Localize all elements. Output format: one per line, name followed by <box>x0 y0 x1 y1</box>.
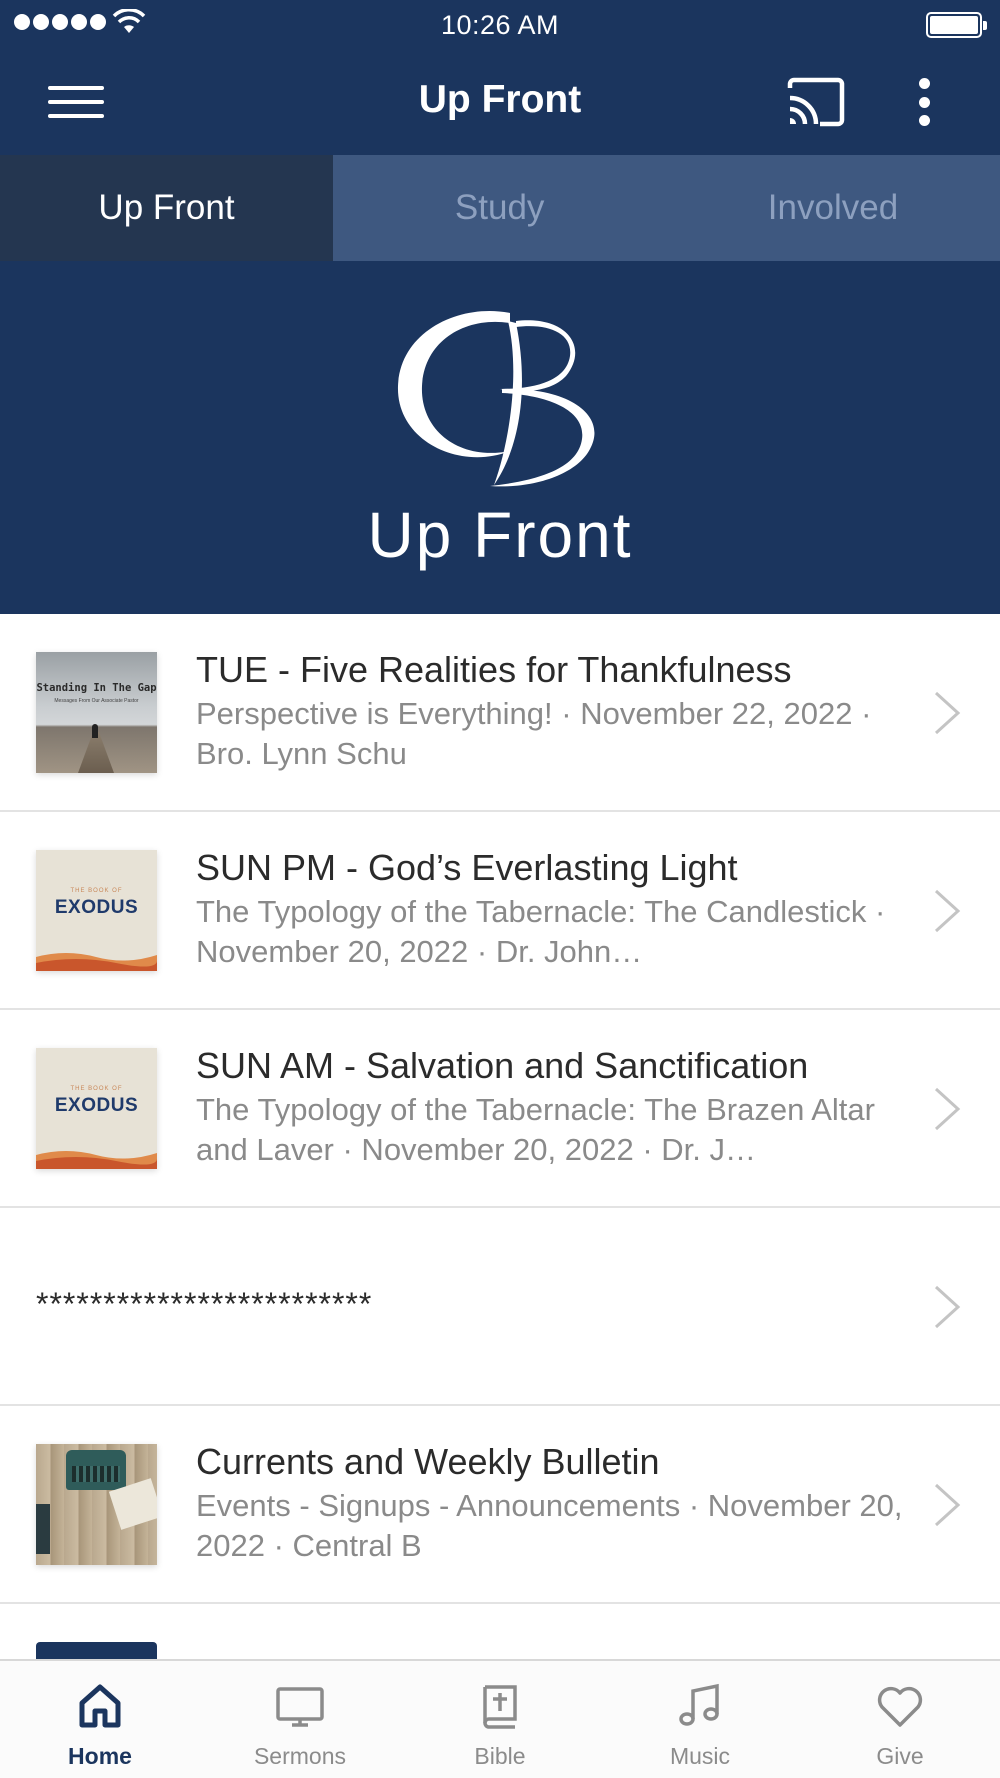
series-thumbnail: THE BOOK OF EXODUS <box>36 1048 157 1169</box>
thumbnail-title: Standing In The Gap <box>36 682 157 694</box>
chevron-right-icon <box>934 691 961 735</box>
nav-home-label: Home <box>68 1743 132 1769</box>
item-meta: Events - Signups - Announcements · Novem… <box>196 1488 903 1563</box>
tab-study[interactable]: Study <box>333 155 666 261</box>
thumbnail-title: EXODUS <box>54 897 139 918</box>
music-note-icon <box>679 1683 719 1726</box>
chevron-right-icon <box>934 1483 961 1527</box>
series-thumbnail: Standing In The Gap Messages From Our As… <box>36 652 157 773</box>
nav-give-label: Give <box>876 1743 924 1769</box>
thumbnail-subtitle: Messages From Our Associate Pastor <box>54 698 139 704</box>
list-item[interactable]: THE BOOK OF EXODUS SUN PM - God’s Everla… <box>0 812 1000 1010</box>
thumbnail-title: EXODUS <box>54 1095 139 1116</box>
banner-title: Up Front <box>367 499 633 571</box>
chevron-right-icon <box>934 1285 961 1329</box>
list-item[interactable]: THE BOOK OF EXODUS SUN AM - Salvation an… <box>0 1010 1000 1208</box>
app-bar: Up Front <box>0 50 1000 155</box>
hero-banner: Up Front <box>0 261 1000 614</box>
tab-bar: Up Front Study Involved <box>0 155 1000 261</box>
chevron-right-icon <box>934 1087 961 1131</box>
item-meta: The Typology of the Tabernacle: The Cand… <box>196 894 886 969</box>
item-title: TUE - Five Realities for Thankfulness <box>196 649 792 690</box>
nav-sermons[interactable]: Sermons <box>200 1661 400 1778</box>
nav-home[interactable]: Home <box>0 1661 200 1778</box>
series-thumbnail: THE BOOK OF EXODUS <box>36 850 157 971</box>
item-meta: Perspective is Everything! · November 22… <box>196 696 872 771</box>
home-icon <box>79 1684 121 1728</box>
top-bar: 10:26 AM Up Front <box>0 0 1000 155</box>
bottom-navigation: Home Sermons Bible Music Give <box>0 1659 1000 1778</box>
nav-sermons-label: Sermons <box>253 1743 347 1769</box>
page-title: Up Front <box>418 78 582 121</box>
more-options-icon[interactable] <box>906 74 942 130</box>
item-meta: The Typology of the Tabernacle: The Braz… <box>196 1092 875 1167</box>
tab-involved[interactable]: Involved <box>666 155 999 261</box>
series-thumbnail <box>36 1444 157 1565</box>
content-list: Standing In The Gap Messages From Our As… <box>0 614 1000 1604</box>
item-title: SUN PM - God’s Everlasting Light <box>196 847 738 888</box>
list-item[interactable]: Standing In The Gap Messages From Our As… <box>0 614 1000 812</box>
nav-give[interactable]: Give <box>800 1661 1000 1778</box>
status-time: 10:26 AM <box>440 10 560 40</box>
bible-icon <box>483 1685 517 1729</box>
heart-icon <box>877 1686 923 1727</box>
thumbnail-subtitle: THE BOOK OF <box>70 1086 123 1092</box>
monitor-icon <box>276 1687 324 1727</box>
list-item[interactable]: Currents and Weekly Bulletin Events - Si… <box>0 1406 1000 1604</box>
thumbnail-subtitle: THE BOOK OF <box>70 888 123 894</box>
nav-music-label: Music <box>669 1743 731 1769</box>
item-title: Currents and Weekly Bulletin <box>196 1441 660 1482</box>
church-logo <box>397 311 595 487</box>
battery-icon <box>926 12 987 38</box>
tab-up-front[interactable]: Up Front <box>0 155 333 261</box>
nav-music[interactable]: Music <box>600 1661 800 1778</box>
nav-bible[interactable]: Bible <box>400 1661 600 1778</box>
item-title: SUN AM - Salvation and Sanctification <box>196 1045 809 1086</box>
item-title: ************************* <box>36 1286 373 1322</box>
chevron-right-icon <box>934 889 961 933</box>
nav-bible-label: Bible <box>474 1743 526 1769</box>
cast-icon[interactable] <box>786 76 846 128</box>
list-item[interactable]: ************************* <box>0 1208 1000 1406</box>
status-bar: 10:26 AM <box>0 0 1000 50</box>
